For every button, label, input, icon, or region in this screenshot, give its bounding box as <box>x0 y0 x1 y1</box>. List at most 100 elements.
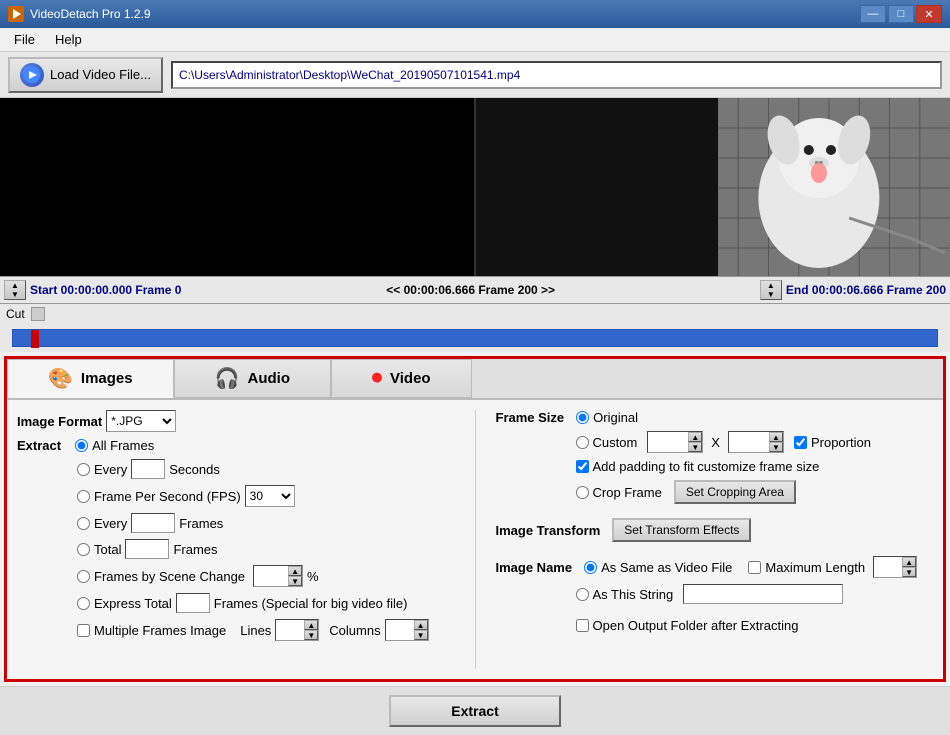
max-length-input[interactable]: 5 <box>874 557 902 577</box>
as-string-row: As This String <box>496 584 934 604</box>
columns-spinner[interactable]: 3 ▲ ▼ <box>385 619 429 641</box>
load-icon <box>20 63 44 87</box>
menu-file[interactable]: File <box>4 29 45 50</box>
max-length-label: Maximum Length <box>765 560 865 575</box>
lines-up[interactable]: ▲ <box>304 620 318 630</box>
total-input[interactable]: 10 <box>125 539 169 559</box>
columns-input[interactable]: 3 <box>386 620 414 640</box>
app-icon <box>8 6 24 22</box>
express-input[interactable]: 10 <box>176 593 210 613</box>
timeline-handle[interactable] <box>31 330 39 348</box>
max-length-up[interactable]: ▲ <box>902 557 916 567</box>
load-video-button[interactable]: Load Video File... <box>8 57 163 93</box>
express-radio[interactable] <box>77 597 90 610</box>
every-frames-row: Every 50 Frames <box>17 513 455 533</box>
cut-handle[interactable] <box>31 307 45 321</box>
timeline-track[interactable] <box>12 329 938 347</box>
crop-radio[interactable] <box>576 486 589 499</box>
app-title: VideoDetach Pro 1.2.9 <box>30 7 151 21</box>
tab-video[interactable]: ⏺ Video <box>331 359 472 398</box>
set-transform-button[interactable]: Set Transform Effects <box>612 518 751 542</box>
image-format-label: Image Format <box>17 414 102 429</box>
width-input[interactable]: 540 <box>648 432 688 452</box>
height-spinner-btns: ▲ ▼ <box>769 432 783 452</box>
scene-input[interactable]: 10 <box>254 566 288 586</box>
extract-button[interactable]: Extract <box>389 695 560 727</box>
spacer3 <box>496 610 934 618</box>
percent-label: % <box>307 569 319 584</box>
width-spinner[interactable]: 540 ▲ ▼ <box>647 431 703 453</box>
string-input[interactable] <box>683 584 843 604</box>
scene-spinner[interactable]: 10 ▲ ▼ <box>253 565 303 587</box>
same-as-video-label: As Same as Video File <box>601 560 732 575</box>
every-frames-radio[interactable] <box>77 517 90 530</box>
width-down[interactable]: ▼ <box>688 442 702 452</box>
close-button[interactable]: ✕ <box>916 5 942 23</box>
scene-up[interactable]: ▲ <box>288 566 302 576</box>
every-frames-text: Every <box>94 516 127 531</box>
lines-input[interactable]: 2 <box>276 620 304 640</box>
fps-select[interactable]: 30252415 <box>245 485 295 507</box>
fps-label: Frame Per Second (FPS) <box>94 489 241 504</box>
max-length-checkbox[interactable] <box>748 561 761 574</box>
fps-radio[interactable] <box>77 490 90 503</box>
as-string-radio[interactable] <box>576 588 589 601</box>
every-frames-input[interactable]: 50 <box>131 513 175 533</box>
width-spinner-btns: ▲ ▼ <box>688 432 702 452</box>
original-radio[interactable] <box>576 411 589 424</box>
start-frame-label: Start 00:00:00.000 Frame 0 <box>30 283 181 297</box>
tab-images[interactable]: 🎨 Images <box>7 359 174 398</box>
video-preview <box>476 98 950 276</box>
minimize-button[interactable]: — <box>860 5 886 23</box>
total-radio[interactable] <box>77 543 90 556</box>
all-frames-radio[interactable] <box>75 439 88 452</box>
seconds-label: Seconds <box>169 462 220 477</box>
start-frame-spinner[interactable]: ▲▼ <box>4 280 26 300</box>
maximize-button[interactable]: □ <box>888 5 914 23</box>
total-label: Total <box>94 542 121 557</box>
extract-label: Extract <box>17 438 61 453</box>
height-spinner[interactable]: 960 ▲ ▼ <box>728 431 784 453</box>
proportion-checkbox[interactable] <box>794 436 807 449</box>
image-transform-row: Image Transform Set Transform Effects <box>496 518 934 542</box>
images-tab-icon: 🎨 <box>48 366 73 391</box>
max-length-spinner-btns: ▲ ▼ <box>902 557 916 577</box>
menu-help[interactable]: Help <box>45 29 92 50</box>
lines-down[interactable]: ▼ <box>304 630 318 640</box>
open-output-checkbox[interactable] <box>576 619 589 632</box>
width-up[interactable]: ▲ <box>688 432 702 442</box>
scene-label: Frames by Scene Change <box>94 569 245 584</box>
columns-down[interactable]: ▼ <box>414 630 428 640</box>
frame-size-row: Frame Size Original <box>496 410 934 425</box>
crop-frame-row: Crop Frame Set Cropping Area <box>496 480 934 504</box>
toolbar: Load Video File... C:\Users\Administrato… <box>0 52 950 98</box>
tabs: 🎨 Images 🎧 Audio ⏺ Video <box>7 359 943 400</box>
extract-row: Extract All Frames <box>17 438 455 453</box>
height-up[interactable]: ▲ <box>769 432 783 442</box>
custom-radio[interactable] <box>576 436 589 449</box>
same-as-video-radio[interactable] <box>584 561 597 574</box>
multi-frames-checkbox[interactable] <box>77 624 90 637</box>
lines-spinner[interactable]: 2 ▲ ▼ <box>275 619 319 641</box>
max-length-spinner[interactable]: 5 ▲ ▼ <box>873 556 917 578</box>
columns-up[interactable]: ▲ <box>414 620 428 630</box>
max-length-down[interactable]: ▼ <box>902 567 916 577</box>
image-format-select[interactable]: *.JPG*.PNG*.BMP <box>106 410 176 432</box>
frame-size-label: Frame Size <box>496 410 565 425</box>
every-seconds-radio[interactable] <box>77 463 90 476</box>
scene-radio[interactable] <box>77 570 90 583</box>
height-down[interactable]: ▼ <box>769 442 783 452</box>
padding-checkbox[interactable] <box>576 460 589 473</box>
every-seconds-input[interactable]: 1 <box>131 459 165 479</box>
open-output-label: Open Output Folder after Extracting <box>593 618 799 633</box>
frames-label1: Frames <box>179 516 223 531</box>
crop-frame-label: Crop Frame <box>593 485 662 500</box>
set-cropping-button[interactable]: Set Cropping Area <box>674 480 796 504</box>
scene-down[interactable]: ▼ <box>288 576 302 586</box>
total-row: Total 10 Frames <box>17 539 455 559</box>
height-input[interactable]: 960 <box>729 432 769 452</box>
tab-audio[interactable]: 🎧 Audio <box>174 359 331 398</box>
lines-label: Lines <box>240 623 271 638</box>
padding-label: Add padding to fit customize frame size <box>593 459 820 474</box>
end-frame-spinner[interactable]: ▲▼ <box>760 280 782 300</box>
